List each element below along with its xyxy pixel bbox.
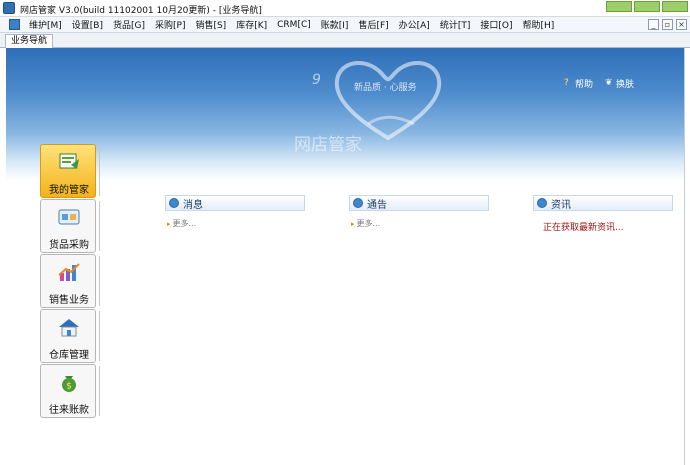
nav-divider bbox=[99, 256, 100, 306]
help-link-label: 帮助 bbox=[574, 80, 593, 90]
window-controls bbox=[606, 1, 688, 12]
mdi-minimize-button[interactable]: _ bbox=[648, 19, 659, 30]
messages-panel-title: 消息 bbox=[183, 199, 203, 211]
messages-panel-header: 消息 bbox=[165, 195, 305, 211]
messages-more-link[interactable]: ▸ 更多... bbox=[165, 218, 305, 229]
panel-bullet-icon bbox=[169, 198, 179, 208]
my-housekeeper-icon bbox=[59, 153, 79, 169]
arrow-right-icon: ▸ bbox=[167, 219, 171, 228]
news-panel-title: 资讯 bbox=[551, 199, 571, 211]
menu-maintain[interactable]: 维护[M] bbox=[24, 18, 67, 31]
panel-bullet-icon bbox=[537, 198, 547, 208]
banner-links: ? 帮助 ❦ 换肤 bbox=[563, 77, 634, 91]
nav-divider bbox=[99, 201, 100, 251]
tab-business-navigation[interactable]: 业务导航 bbox=[5, 34, 54, 48]
arrow-right-icon: ▸ bbox=[351, 219, 355, 228]
menu-settings[interactable]: 设置[B] bbox=[67, 18, 108, 31]
title-bar: 网店管家 V3.0(build 11102001 10月20更新) - [业务导… bbox=[0, 0, 690, 17]
money-bag-icon: $ bbox=[62, 376, 76, 392]
notices-more-label: 更多... bbox=[356, 219, 381, 228]
skin-link[interactable]: ❦ 换肤 bbox=[604, 77, 634, 91]
news-panel-header: 资讯 bbox=[533, 195, 673, 211]
notices-panel: 通告 ▸ 更多... bbox=[349, 195, 489, 229]
menu-goods[interactable]: 货品[G] bbox=[108, 18, 150, 31]
menu-statistics[interactable]: 统计[T] bbox=[435, 18, 476, 31]
header-banner: 9 新品质 · 心服务 网店管家 ? 帮助 ❦ 换肤 bbox=[6, 48, 684, 180]
menu-accounts[interactable]: 账款[I] bbox=[316, 18, 354, 31]
help-link[interactable]: ? 帮助 bbox=[563, 77, 593, 91]
menu-interface[interactable]: 接口[O] bbox=[475, 18, 517, 31]
nav-goods-purchase[interactable]: 货品采购 bbox=[40, 199, 96, 253]
skin-icon: ❦ bbox=[604, 78, 613, 88]
nav-sales-business-label: 销售业务 bbox=[49, 295, 89, 306]
mdi-controls: _ ▫ × bbox=[648, 19, 687, 30]
mdi-close-button[interactable]: × bbox=[676, 19, 687, 30]
content-border bbox=[684, 48, 685, 465]
nav-accounts[interactable]: $ 往来账款 bbox=[40, 364, 96, 418]
mdi-restore-button[interactable]: ▫ bbox=[662, 19, 673, 30]
close-window-button[interactable] bbox=[662, 1, 688, 12]
nav-divider bbox=[99, 146, 100, 196]
notices-panel-title: 通告 bbox=[367, 199, 387, 211]
brand-watermark: 网店管家 bbox=[294, 135, 362, 155]
nav-divider bbox=[99, 311, 100, 361]
nav-sales-business[interactable]: 销售业务 bbox=[40, 254, 96, 308]
app-icon bbox=[3, 2, 15, 14]
menu-inventory[interactable]: 库存[K] bbox=[231, 18, 272, 31]
window-title: 网店管家 V3.0(build 11102001 10月20更新) - [业务导… bbox=[20, 6, 262, 16]
goods-purchase-icon bbox=[58, 209, 80, 225]
menu-bar: 维护[M] 设置[B] 货品[G] 采购[P] 销售[S] 库存[K] CRM[… bbox=[0, 17, 690, 33]
anniversary-mark: 9 bbox=[312, 72, 321, 88]
banner-slogan: 新品质 · 心服务 bbox=[354, 83, 417, 93]
svg-text:$: $ bbox=[66, 382, 72, 392]
menu-after-sales[interactable]: 售后[F] bbox=[353, 18, 393, 31]
nav-divider bbox=[99, 366, 100, 416]
menu-sales[interactable]: 销售[S] bbox=[190, 18, 231, 31]
menu-help[interactable]: 帮助[H] bbox=[517, 18, 559, 31]
panel-bullet-icon bbox=[353, 198, 363, 208]
nav-my-housekeeper-label: 我的管家 bbox=[49, 185, 89, 196]
menu-purchase[interactable]: 采购[P] bbox=[150, 18, 190, 31]
nav-warehouse[interactable]: 仓库管理 bbox=[40, 309, 96, 363]
nav-goods-purchase-label: 货品采购 bbox=[49, 240, 89, 251]
skin-link-label: 换肤 bbox=[615, 80, 634, 90]
sales-chart-icon bbox=[58, 263, 80, 281]
messages-panel: 消息 ▸ 更多... bbox=[165, 195, 305, 229]
tab-strip: 业务导航 bbox=[0, 33, 690, 48]
messages-more-label: 更多... bbox=[172, 219, 197, 228]
nav-warehouse-label: 仓库管理 bbox=[49, 350, 89, 361]
nav-my-housekeeper[interactable]: 我的管家 bbox=[40, 144, 96, 198]
warehouse-house-icon bbox=[59, 319, 79, 337]
nav-accounts-label: 往来账款 bbox=[49, 405, 89, 416]
menu-office[interactable]: 办公[A] bbox=[394, 18, 435, 31]
maximize-window-button[interactable] bbox=[634, 1, 660, 12]
system-menu-icon[interactable] bbox=[9, 19, 20, 30]
menu-crm[interactable]: CRM[C] bbox=[272, 20, 316, 30]
help-icon: ? bbox=[563, 78, 569, 88]
minimize-window-button[interactable] bbox=[606, 1, 632, 12]
news-loading-status: 正在获取最新资讯... bbox=[543, 223, 624, 233]
news-panel: 资讯 正在获取最新资讯... bbox=[533, 195, 673, 233]
notices-more-link[interactable]: ▸ 更多... bbox=[349, 218, 489, 229]
notices-panel-header: 通告 bbox=[349, 195, 489, 211]
